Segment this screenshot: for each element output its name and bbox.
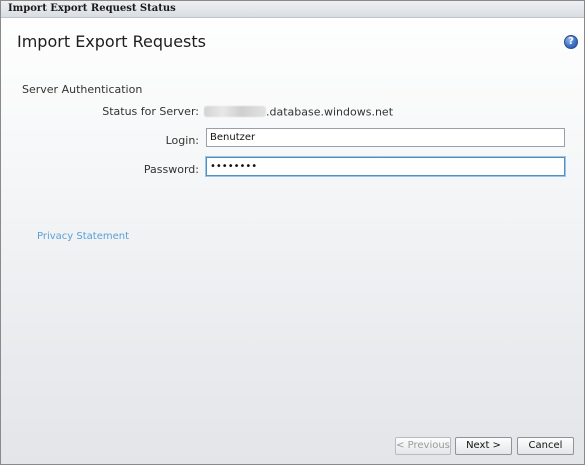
section-title-server-authentication: Server Authentication	[22, 83, 143, 96]
redacted-server-name	[204, 105, 266, 117]
page-title: Import Export Requests	[17, 32, 206, 51]
title-bar[interactable]: Import Export Request Status	[1, 1, 584, 18]
question-help-icon[interactable]: ?	[564, 35, 578, 49]
login-input[interactable]	[206, 128, 565, 147]
cancel-button[interactable]: Cancel	[517, 437, 574, 455]
import-export-dialog: Import Export Request Status Import Expo…	[0, 0, 585, 465]
privacy-statement-link[interactable]: Privacy Statement	[37, 231, 129, 242]
login-label: Login:	[165, 134, 199, 147]
password-label: Password:	[143, 163, 199, 176]
status-for-server-label: Status for Server:	[102, 105, 199, 118]
window-title: Import Export Request Status	[8, 3, 176, 14]
previous-button[interactable]: < Previous	[395, 437, 451, 455]
server-name-value: .database.windows.net	[204, 105, 393, 119]
password-input[interactable]	[206, 157, 565, 176]
server-domain-suffix: .database.windows.net	[266, 105, 394, 119]
next-button[interactable]: Next >	[455, 437, 512, 455]
